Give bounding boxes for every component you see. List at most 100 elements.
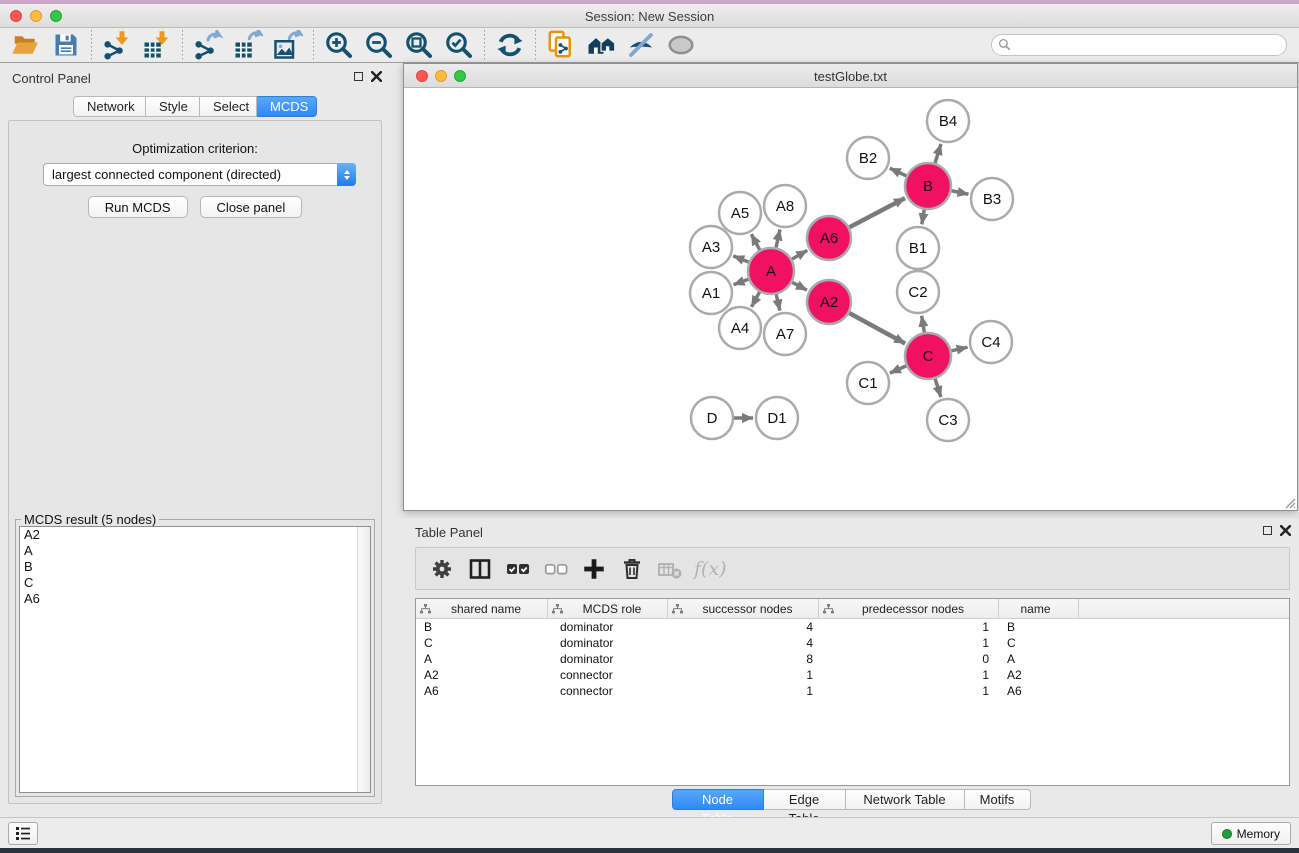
edge-B-B3[interactable]: [952, 191, 969, 194]
graph-node-D[interactable]: D: [691, 397, 733, 439]
graph-node-B3[interactable]: B3: [971, 178, 1013, 220]
tab-select[interactable]: Select: [200, 96, 257, 117]
edge-B-B2[interactable]: [890, 168, 907, 176]
save-session-icon[interactable]: [46, 29, 86, 61]
edge-A-A6[interactable]: [792, 250, 807, 259]
table-row[interactable]: Adominator80A: [416, 651, 1289, 667]
delete-table-icon[interactable]: [654, 554, 686, 584]
edge-A6-B[interactable]: [849, 198, 905, 227]
edge-A-A2[interactable]: [792, 282, 807, 290]
node-table[interactable]: shared nameMCDS rolesuccessor nodesprede…: [415, 598, 1290, 786]
network-window-titlebar[interactable]: testGlobe.txt: [404, 64, 1297, 88]
edge-B-B1[interactable]: [922, 210, 924, 225]
result-item-c[interactable]: C: [20, 575, 370, 591]
graph-node-A5[interactable]: A5: [719, 192, 761, 234]
graph-node-B2[interactable]: B2: [847, 137, 889, 179]
zoom-selected-icon[interactable]: [439, 29, 479, 61]
edge-A-A4[interactable]: [751, 292, 759, 307]
edge-A-A8[interactable]: [776, 229, 780, 247]
tab-mcds[interactable]: MCDS: [257, 96, 317, 117]
graph-node-A2[interactable]: A2: [807, 280, 851, 324]
split-columns-icon[interactable]: [464, 554, 496, 584]
column-header-MCDS-role[interactable]: MCDS role: [548, 599, 668, 618]
graph-node-C3[interactable]: C3: [927, 399, 969, 441]
window-resize-grip-icon[interactable]: [1282, 495, 1296, 509]
table-row[interactable]: Cdominator41C: [416, 635, 1289, 651]
edge-A-A7[interactable]: [776, 294, 780, 310]
graph-node-C4[interactable]: C4: [970, 321, 1012, 363]
graph-node-C2[interactable]: C2: [897, 271, 939, 313]
select-all-rows-icon[interactable]: [502, 554, 534, 584]
edge-C-C3[interactable]: [935, 379, 941, 397]
clone-network-icon[interactable]: [541, 29, 581, 61]
tab-motifs[interactable]: Motifs: [965, 789, 1031, 810]
graph-node-A7[interactable]: A7: [764, 313, 806, 355]
graph-node-B4[interactable]: B4: [927, 100, 969, 142]
edge-A2-C[interactable]: [849, 313, 905, 344]
graph-node-A6[interactable]: A6: [807, 216, 851, 260]
column-header-successor-nodes[interactable]: successor nodes: [668, 599, 819, 618]
home-layout-icon[interactable]: [581, 29, 621, 61]
edge-C-C2[interactable]: [922, 316, 925, 333]
network-canvas[interactable]: A B C A2 A6 A1A3 A4 A5 A7 A8 B1 B2 B3B4 C1 C2 C3C4 D D1: [404, 89, 1297, 510]
tab-network-table[interactable]: Network Table: [846, 789, 965, 810]
export-table-icon[interactable]: [228, 29, 268, 61]
graph-node-B[interactable]: B: [905, 163, 951, 209]
zoom-out-icon[interactable]: [359, 29, 399, 61]
edge-A-A5[interactable]: [751, 234, 759, 250]
tab-node-table[interactable]: Node Table: [672, 789, 764, 810]
run-mcds-button[interactable]: Run MCDS: [88, 196, 188, 218]
tab-edge-table[interactable]: Edge Table: [764, 789, 846, 810]
graph-node-C[interactable]: C: [905, 333, 951, 379]
close-panel-button[interactable]: Close panel: [200, 196, 303, 218]
edge-C-C4[interactable]: [951, 347, 967, 351]
add-column-icon[interactable]: [578, 554, 610, 584]
apply-function-icon[interactable]: f(x): [692, 558, 727, 580]
memory-button[interactable]: Memory: [1211, 822, 1291, 845]
table-row[interactable]: A2connector11A2: [416, 667, 1289, 683]
export-network-icon[interactable]: [188, 29, 228, 61]
edge-B-B4[interactable]: [935, 144, 941, 163]
graph-node-A[interactable]: A: [748, 248, 794, 294]
close-panel-icon[interactable]: [371, 71, 382, 82]
result-item-a2[interactable]: A2: [20, 527, 370, 543]
edge-C-C1[interactable]: [890, 366, 906, 373]
result-item-b[interactable]: B: [20, 559, 370, 575]
column-header-shared-name[interactable]: shared name: [416, 599, 548, 618]
result-item-a6[interactable]: A6: [20, 591, 370, 607]
graph-node-A8[interactable]: A8: [764, 185, 806, 227]
table-row[interactable]: Bdominator41B: [416, 619, 1289, 635]
graph-node-B1[interactable]: B1: [897, 227, 939, 269]
export-image-icon[interactable]: [268, 29, 308, 61]
graph-node-D1[interactable]: D1: [756, 397, 798, 439]
graph-node-A3[interactable]: A3: [690, 226, 732, 268]
search-input[interactable]: [991, 34, 1287, 56]
close-table-panel-icon[interactable]: [1280, 525, 1291, 536]
result-list-scrollbar[interactable]: [357, 527, 370, 792]
graph-node-C1[interactable]: C1: [847, 362, 889, 404]
graph-node-A4[interactable]: A4: [719, 307, 761, 349]
float-panel-icon[interactable]: [354, 72, 363, 81]
edge-A-A3[interactable]: [733, 256, 748, 262]
criterion-select[interactable]: largest connected component (directed): [43, 163, 356, 186]
import-table-icon[interactable]: [137, 29, 177, 61]
mcds-result-list[interactable]: A2ABCA6: [19, 526, 371, 793]
zoom-in-icon[interactable]: [319, 29, 359, 61]
tab-network[interactable]: Network: [73, 96, 146, 117]
graph-node-A1[interactable]: A1: [690, 272, 732, 314]
delete-columns-icon[interactable]: [616, 554, 648, 584]
table-settings-icon[interactable]: [426, 554, 458, 584]
import-network-icon[interactable]: [97, 29, 137, 61]
refresh-view-icon[interactable]: [490, 29, 530, 61]
float-table-panel-icon[interactable]: [1263, 526, 1272, 535]
column-header-predecessor-nodes[interactable]: predecessor nodes: [819, 599, 999, 618]
zoom-fit-icon[interactable]: [399, 29, 439, 61]
show-graphics-details-icon[interactable]: [661, 29, 701, 61]
hide-graphics-details-icon[interactable]: [621, 29, 661, 61]
result-item-a[interactable]: A: [20, 543, 370, 559]
tab-style[interactable]: Style: [146, 96, 200, 117]
task-history-button[interactable]: [8, 822, 38, 845]
table-row[interactable]: A6connector11A6: [416, 683, 1289, 699]
open-file-icon[interactable]: [6, 29, 46, 61]
edge-A-A1[interactable]: [734, 279, 749, 284]
